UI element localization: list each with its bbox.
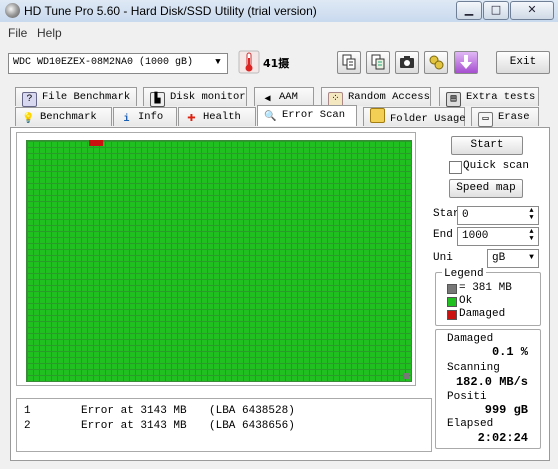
start-field[interactable]: 0 ▲ ▼: [457, 206, 539, 225]
unit-label: Uni: [433, 252, 453, 264]
list-item[interactable]: 1 Error at 3143 MB (LBA 6438528): [17, 405, 431, 419]
list-item[interactable]: 2 Error at 3143 MB (LBA 6438656): [17, 420, 431, 434]
app-disk-icon: [5, 3, 20, 18]
menu-bar: File Help: [0, 23, 558, 43]
legend-label-damaged: Damaged: [459, 308, 506, 320]
tab-label: Erase: [498, 111, 530, 123]
end-value: 1000: [462, 230, 489, 242]
maximize-button[interactable]: □: [483, 1, 509, 20]
elapsed-label: Elapsed: [447, 418, 494, 430]
legend-label-block: = 381 MB: [459, 282, 512, 294]
save-button[interactable]: [454, 51, 478, 74]
file-benchmark-icon: ?: [22, 92, 37, 107]
tab-error-scan[interactable]: 🔍 Error Scan: [257, 105, 357, 126]
tab-label: Error Scan: [282, 109, 346, 121]
tab-label: Info: [138, 111, 164, 123]
copy-all-button[interactable]: [366, 51, 390, 74]
download-arrow-icon: [460, 55, 472, 69]
camera-icon: [400, 56, 414, 68]
tab-file-benchmark[interactable]: ? File Benchmark: [15, 87, 137, 107]
damaged-value: 0.1 %: [491, 345, 528, 359]
options-button[interactable]: [424, 51, 448, 74]
tab-label: File Benchmark: [42, 91, 131, 103]
tab-health[interactable]: ✚ Health: [178, 107, 256, 126]
damaged-block: [89, 140, 103, 146]
health-cross-icon: ✚: [187, 110, 196, 126]
tab-erase[interactable]: ▭ Erase: [471, 107, 539, 127]
error-index: 2: [24, 420, 31, 432]
scanning-label: Scanning: [447, 362, 500, 374]
folder-icon: [370, 108, 385, 123]
disk-monitor-icon: ▙: [150, 92, 165, 107]
tab-label: AAM: [279, 91, 298, 103]
thermometer-icon: [238, 50, 260, 74]
drive-select[interactable]: WDC WD10EZEX-08M2NA0 (1000 gB) ▼: [8, 53, 228, 74]
damaged-label: Damaged: [447, 333, 494, 345]
error-index: 1: [24, 405, 31, 417]
start-value: 0: [462, 209, 469, 221]
position-label: Positi: [447, 391, 487, 403]
scanning-value: 182.0 MB/s: [455, 375, 528, 389]
quick-scan-label: Quick scan: [463, 160, 530, 172]
menu-help[interactable]: Help: [37, 26, 62, 40]
exit-button[interactable]: Exit: [496, 51, 550, 74]
magnifier-icon: 🔍: [264, 112, 277, 123]
legend-title: Legend: [442, 268, 486, 280]
end-label: End: [433, 229, 453, 241]
tab-label: Benchmark: [40, 111, 97, 123]
unit-select[interactable]: gB ▼: [487, 249, 539, 268]
tab-label: Disk monitor: [170, 91, 246, 103]
benchmark-icon: 💡: [22, 114, 35, 125]
error-log-list[interactable]: 1 Error at 3143 MB (LBA 6438528) 2 Error…: [16, 398, 432, 452]
position-value: 999 gB: [484, 403, 528, 417]
tab-extra-tests[interactable]: ▤ Extra tests: [439, 87, 539, 107]
copy-icon: [342, 54, 356, 70]
drive-select-value: WDC WD10EZEX-08M2NA0 (1000 gB): [13, 57, 194, 68]
menu-file[interactable]: File: [8, 26, 27, 40]
copy-button[interactable]: [337, 51, 361, 74]
start-label: Star: [433, 208, 460, 220]
legend-swatch-damaged: [447, 310, 457, 320]
elapsed-value: 2:02:24: [477, 431, 528, 445]
chevron-down-icon[interactable]: ▼: [526, 251, 537, 265]
chevron-down-icon[interactable]: ▼: [211, 55, 225, 70]
minimize-button[interactable]: ▁: [456, 1, 482, 20]
tab-folder-usage[interactable]: Folder Usage: [363, 107, 466, 126]
block-map-grid: [26, 140, 412, 382]
tab-label: Extra tests: [466, 91, 536, 103]
title-bar: HD Tune Pro 5.60 - Hard Disk/SSD Utility…: [0, 0, 558, 22]
erase-icon: ▭: [478, 112, 493, 127]
tab-label: Health: [203, 111, 241, 123]
tab-aam[interactable]: ◀ AAM: [254, 87, 314, 106]
error-message: Error at 3143 MB: [81, 420, 187, 432]
legend-label-ok: Ok: [459, 295, 473, 307]
error-lba: (LBA 6438656): [209, 420, 295, 432]
unit-value: gB: [492, 252, 506, 264]
spinner-icon[interactable]: ▲ ▼: [526, 208, 537, 222]
temperature-readout: 41摄: [263, 57, 290, 70]
error-lba: (LBA 6438528): [209, 405, 295, 417]
legend-swatch-ok: [447, 297, 457, 307]
start-button[interactable]: Start: [451, 136, 523, 155]
tab-label: Random Access: [348, 91, 430, 103]
speed-map-button[interactable]: Speed map: [449, 179, 523, 198]
extra-tests-icon: ▤: [446, 92, 461, 107]
tab-info[interactable]: i Info: [113, 107, 177, 126]
tab-benchmark[interactable]: 💡 Benchmark: [15, 107, 112, 126]
tab-disk-monitor[interactable]: ▙ Disk monitor: [143, 87, 247, 107]
screenshot-button[interactable]: [395, 51, 419, 74]
spinner-icon[interactable]: ▲ ▼: [526, 229, 537, 243]
copy-all-icon: [371, 54, 385, 70]
end-field[interactable]: 1000 ▲ ▼: [457, 227, 539, 246]
tab-random-access[interactable]: ⁘ Random Access: [321, 87, 431, 107]
quick-scan-checkbox[interactable]: [449, 161, 462, 174]
close-button[interactable]: ✕: [510, 1, 554, 20]
legend-swatch-block: [447, 284, 457, 294]
tab-label: Folder Usage: [390, 113, 466, 125]
unscanned-block: [403, 373, 409, 379]
error-message: Error at 3143 MB: [81, 405, 187, 417]
options-icon: [429, 55, 444, 70]
info-icon: i: [123, 114, 130, 125]
window-title: HD Tune Pro 5.60 - Hard Disk/SSD Utility…: [24, 4, 317, 18]
